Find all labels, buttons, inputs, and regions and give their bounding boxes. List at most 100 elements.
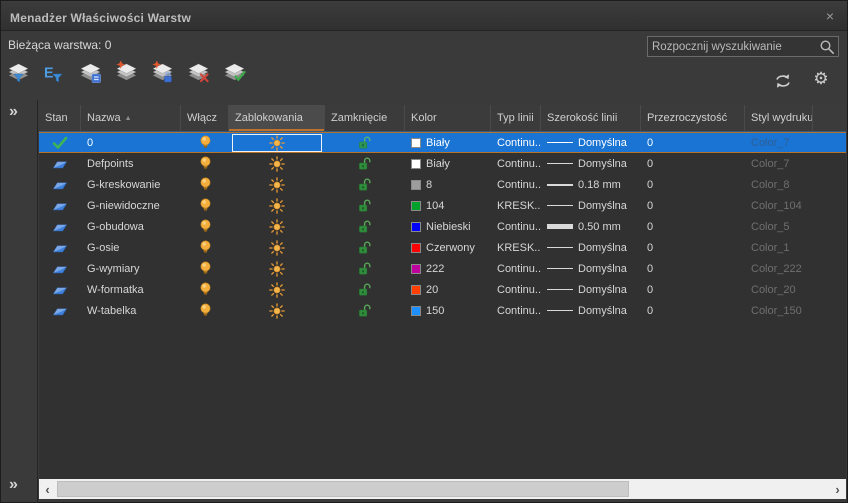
cell-on[interactable] [181,195,229,216]
cell-lineweight[interactable]: Domyślna [541,133,641,152]
expand-filter-tree-icon[interactable]: » [9,103,18,121]
cell-lock[interactable] [325,258,405,279]
new-property-filter-button[interactable] [4,58,32,86]
layer-row[interactable]: W-tabelka150Continu...Domyślna0Color_150 [39,300,846,321]
cell-freeze[interactable] [229,153,325,174]
cell-color[interactable]: 222 [405,258,491,279]
cell-name[interactable]: 0 [81,133,181,152]
cell-on[interactable] [181,300,229,321]
refresh-icon[interactable] [772,71,794,91]
cell-color[interactable]: Czerwony [405,237,491,258]
layer-row[interactable]: G-obudowaNiebieskiContinu...0.50 mm0Colo… [39,216,846,237]
cell-lock[interactable] [325,216,405,237]
cell-color[interactable]: 104 [405,195,491,216]
cell-transparency[interactable]: 0 [641,216,745,237]
cell-color[interactable]: 20 [405,279,491,300]
layer-row[interactable]: W-formatka20Continu...Domyślna0Color_20 [39,279,846,300]
column-header-lineweight[interactable]: Szerokość linii [541,105,641,131]
column-header-color[interactable]: Kolor [405,105,491,131]
cell-lineweight[interactable]: Domyślna [541,195,641,216]
cell-lock[interactable] [325,133,405,152]
cell-freeze[interactable] [229,133,325,152]
layer-row[interactable]: G-kreskowanie8Continu...0.18 mm0Color_8 [39,174,846,195]
cell-freeze[interactable] [229,237,325,258]
cell-transparency[interactable]: 0 [641,133,745,152]
cell-linetype[interactable]: Continu... [491,258,541,279]
cell-lock[interactable] [325,195,405,216]
column-header-transparency[interactable]: Przezroczystość [641,105,745,131]
scrollbar-track[interactable] [56,479,829,499]
column-header-name[interactable]: Nazwa▲ [81,105,181,131]
cell-color[interactable]: 150 [405,300,491,321]
cell-lock[interactable] [325,279,405,300]
cell-name[interactable]: G-obudowa [81,216,181,237]
cell-on[interactable] [181,237,229,258]
cell-on[interactable] [181,133,229,152]
set-current-layer-button[interactable] [220,58,248,86]
layer-row[interactable]: DefpointsBiałyContinu...Domyślna0Color_7 [39,153,846,174]
cell-lineweight[interactable]: Domyślna [541,258,641,279]
cell-freeze[interactable] [229,279,325,300]
horizontal-scrollbar[interactable]: ‹ › [39,479,846,499]
column-header-on[interactable]: Włącz [181,105,229,131]
cell-transparency[interactable]: 0 [641,300,745,321]
cell-freeze[interactable] [229,216,325,237]
layer-row[interactable]: 0BiałyContinu...Domyślna0Color_7 [39,132,846,153]
scroll-right-arrow[interactable]: › [829,479,846,499]
cell-lineweight[interactable]: Domyślna [541,279,641,300]
cell-color[interactable]: Niebieski [405,216,491,237]
cell-freeze[interactable] [229,195,325,216]
new-layer-button[interactable] [112,58,140,86]
cell-lineweight[interactable]: 0.18 mm [541,174,641,195]
cell-lock[interactable] [325,153,405,174]
cell-linetype[interactable]: KRESK... [491,195,541,216]
new-group-filter-button[interactable]: E [40,58,68,86]
expand-filter-list-icon[interactable]: » [9,476,18,494]
cell-name[interactable]: G-wymiary [81,258,181,279]
cell-transparency[interactable]: 0 [641,258,745,279]
layer-states-manager-button[interactable] [76,58,104,86]
new-frozen-layer-button[interactable] [148,58,176,86]
cell-lock[interactable] [325,174,405,195]
layer-row[interactable]: G-wymiary222Continu...Domyślna0Color_222 [39,258,846,279]
cell-name[interactable]: W-formatka [81,279,181,300]
cell-transparency[interactable]: 0 [641,174,745,195]
cell-color[interactable]: 8 [405,174,491,195]
cell-freeze[interactable] [229,300,325,321]
column-header-freeze[interactable]: Zablokowania [229,105,325,131]
cell-color[interactable]: Biały [405,133,491,152]
cell-lineweight[interactable]: 0.50 mm [541,216,641,237]
titlebar[interactable]: Menadżer Właściwości Warstw × [1,1,847,31]
cell-on[interactable] [181,216,229,237]
cell-linetype[interactable]: Continu... [491,174,541,195]
column-header-linetype[interactable]: Typ linii [491,105,541,131]
cell-on[interactable] [181,174,229,195]
close-icon[interactable]: × [823,8,837,24]
cell-linetype[interactable]: Continu... [491,300,541,321]
layer-row[interactable]: G-osieCzerwonyKRESK...Domyślna0Color_1 [39,237,846,258]
search-input[interactable] [648,41,818,53]
cell-name[interactable]: W-tabelka [81,300,181,321]
scroll-left-arrow[interactable]: ‹ [39,479,56,499]
cell-name[interactable]: Defpoints [81,153,181,174]
cell-lineweight[interactable]: Domyślna [541,237,641,258]
cell-name[interactable]: G-osie [81,237,181,258]
cell-transparency[interactable]: 0 [641,153,745,174]
cell-lineweight[interactable]: Domyślna [541,300,641,321]
cell-lock[interactable] [325,300,405,321]
cell-color[interactable]: Biały [405,153,491,174]
cell-freeze[interactable] [229,258,325,279]
cell-lineweight[interactable]: Domyślna [541,153,641,174]
cell-linetype[interactable]: Continu... [491,279,541,300]
cell-name[interactable]: G-kreskowanie [81,174,181,195]
cell-linetype[interactable]: Continu... [491,133,541,152]
scrollbar-thumb[interactable] [57,481,629,497]
gear-icon[interactable]: ⚙ [810,67,832,91]
cell-on[interactable] [181,153,229,174]
cell-linetype[interactable]: Continu... [491,216,541,237]
cell-transparency[interactable]: 0 [641,195,745,216]
cell-freeze[interactable] [229,174,325,195]
cell-transparency[interactable]: 0 [641,279,745,300]
layer-row[interactable]: G-niewidoczne104KRESK...Domyślna0Color_1… [39,195,846,216]
delete-layer-button[interactable] [184,58,212,86]
